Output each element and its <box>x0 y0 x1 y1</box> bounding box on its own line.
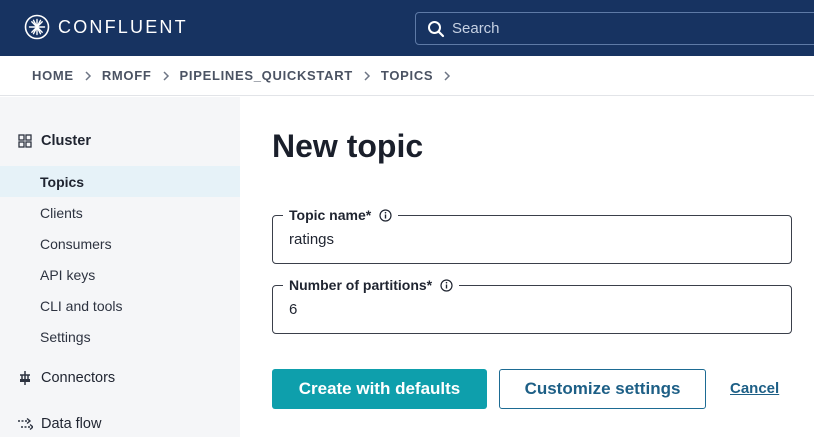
partitions-input[interactable]: 6 <box>289 301 297 318</box>
chevron-right-icon <box>163 70 169 81</box>
breadcrumb-cluster[interactable]: PIPELINES_QUICKSTART <box>180 68 353 83</box>
search-input[interactable]: Search <box>415 12 814 45</box>
topic-name-label: Topic name* <box>289 207 372 223</box>
sidebar-connectors-label: Connectors <box>41 370 116 386</box>
topic-name-legend: Topic name* <box>283 205 399 225</box>
partitions-field[interactable]: Number of partitions* 6 <box>272 275 792 334</box>
sidebar-item-clients[interactable]: Clients <box>0 197 240 228</box>
breadcrumb-topics[interactable]: TOPICS <box>381 68 433 83</box>
top-navigation-bar: CONFLUENT Search <box>0 0 814 56</box>
brand-name: CONFLUENT <box>58 17 188 37</box>
topic-name-field[interactable]: Topic name* ratings <box>272 205 792 264</box>
partitions-legend: Number of partitions* <box>283 275 460 295</box>
sidebar-item-settings[interactable]: Settings <box>0 321 240 352</box>
confluent-logo-icon <box>24 14 50 40</box>
info-icon[interactable] <box>440 278 453 292</box>
breadcrumb-environment[interactable]: RMOFF <box>102 68 152 83</box>
breadcrumb: HOME RMOFF PIPELINES_QUICKSTART TOPICS <box>0 56 814 96</box>
sidebar-cluster-label: Cluster <box>41 133 91 149</box>
create-with-defaults-button[interactable]: Create with defaults <box>272 369 487 409</box>
sidebar-section-dataflow[interactable]: Data flow <box>0 416 101 432</box>
cancel-link[interactable]: Cancel <box>730 380 779 397</box>
info-icon[interactable] <box>379 208 392 222</box>
page-title: New topic <box>272 128 424 164</box>
breadcrumb-home[interactable]: HOME <box>32 68 74 83</box>
connectors-icon <box>20 371 30 385</box>
sidebar-item-cli-and-tools[interactable]: CLI and tools <box>0 290 240 321</box>
dataflow-icon <box>18 417 33 431</box>
sidebar-section-connectors[interactable]: Connectors <box>0 370 115 386</box>
sidebar-item-topics[interactable]: Topics <box>0 166 240 197</box>
sidebar-dataflow-label: Data flow <box>41 416 102 432</box>
customize-settings-button[interactable]: Customize settings <box>499 369 706 409</box>
search-placeholder: Search <box>452 20 500 37</box>
chevron-right-icon <box>85 70 91 81</box>
sidebar-item-api-keys[interactable]: API keys <box>0 259 240 290</box>
partitions-label: Number of partitions* <box>289 277 433 293</box>
sidebar-section-cluster[interactable]: Cluster <box>0 133 91 149</box>
chevron-right-icon <box>444 70 451 81</box>
cluster-grid-icon <box>18 134 32 148</box>
confluent-logo[interactable]: CONFLUENT <box>24 14 188 40</box>
topic-name-input[interactable]: ratings <box>289 231 334 248</box>
sidebar: Cluster Topics Clients Consumers API key… <box>0 97 240 437</box>
chevron-right-icon <box>364 70 370 81</box>
sidebar-item-consumers[interactable]: Consumers <box>0 228 240 259</box>
search-icon <box>428 20 445 37</box>
